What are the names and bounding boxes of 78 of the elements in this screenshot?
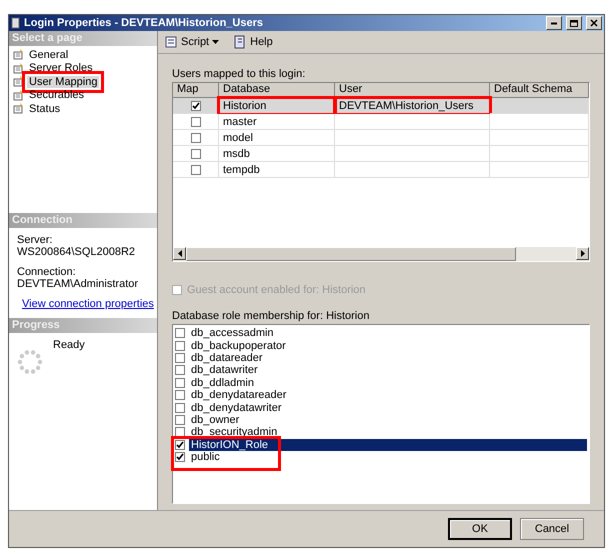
page-icon	[13, 49, 24, 60]
checkbox[interactable]	[175, 427, 185, 438]
column-header[interactable]: Map	[173, 83, 219, 98]
checkbox[interactable]	[190, 132, 200, 142]
checkbox[interactable]	[175, 328, 185, 338]
server-name: WS200864\SQL2008R2	[17, 246, 136, 258]
role-item[interactable]: db_datareader	[189, 352, 587, 364]
page-icon	[13, 62, 24, 74]
connection-label: Connection:	[17, 266, 77, 278]
role-item[interactable]: HistorION_Role	[189, 438, 587, 451]
section-header: Select a page	[9, 31, 157, 46]
close-icon	[590, 19, 598, 27]
server-label: Server:	[17, 234, 54, 246]
connection-properties-link[interactable]: View connection properties	[22, 298, 154, 310]
checkbox[interactable]	[175, 365, 185, 376]
grid-row[interactable]: model	[173, 130, 589, 146]
section-header: Progress	[9, 318, 157, 333]
checkbox[interactable]	[175, 414, 185, 425]
user-cell: DEVTEAM\Historion_Users	[335, 98, 490, 114]
checkbox[interactable]	[175, 352, 185, 363]
grid-row[interactable]: master	[173, 114, 589, 130]
role-item[interactable]: db_denydatareader	[189, 389, 587, 402]
checkbox[interactable]	[190, 100, 200, 110]
help-button[interactable]: Help	[231, 35, 275, 49]
minimize-icon	[551, 22, 557, 24]
checkbox[interactable]	[175, 378, 185, 388]
role-item[interactable]: db_accessadmin	[189, 327, 587, 340]
role-item[interactable]: db_backupoperator	[189, 340, 587, 352]
window-title: Login Properties - DEVTEAM\Historion_Users	[24, 17, 264, 29]
minimize-button[interactable]	[546, 16, 562, 30]
checkbox[interactable]	[175, 452, 185, 462]
role-item[interactable]: db_owner	[189, 414, 587, 426]
dialog-button[interactable]: OK	[448, 518, 512, 540]
maximize-button[interactable]	[566, 16, 582, 30]
page-icon	[13, 103, 24, 114]
spinner-icon	[17, 349, 43, 375]
sidebar-item[interactable]: Status	[27, 102, 62, 115]
script-button[interactable]: Script	[162, 35, 222, 49]
role-item[interactable]: public	[189, 451, 587, 464]
grid-row[interactable]: tempdb	[173, 162, 589, 178]
checkbox[interactable]	[175, 340, 185, 351]
checkbox[interactable]	[190, 148, 200, 158]
connection-name: DEVTEAM\Administrator	[17, 278, 140, 290]
checkbox[interactable]	[190, 116, 200, 126]
role-item[interactable]: db_denydatawriter	[189, 402, 587, 414]
page-icon	[13, 90, 24, 101]
sidebar-item[interactable]: User Mapping	[27, 76, 100, 88]
role-item[interactable]: db_securityadmin	[189, 426, 587, 438]
maximize-icon	[570, 20, 578, 26]
progress-status: Ready	[53, 339, 85, 353]
dialog-button[interactable]: Cancel	[520, 518, 584, 540]
grid-label: Users mapped to this login:	[172, 68, 306, 80]
right-arrow-icon	[580, 250, 584, 257]
role-item[interactable]: db_ddladmin	[189, 376, 587, 389]
checkbox[interactable]	[190, 164, 200, 174]
scroll-icon	[164, 35, 178, 49]
help-book-icon	[233, 35, 248, 49]
guest-label: Guest account enabled for: Historion	[187, 284, 366, 296]
horizontal-scrollbar[interactable]	[173, 247, 589, 261]
caret-icon	[212, 40, 220, 44]
grid-row[interactable]: msdb	[173, 146, 589, 162]
sidebar-item[interactable]: General	[27, 48, 70, 61]
section-header: Connection	[9, 213, 157, 228]
sidebar-item[interactable]: Server Roles	[27, 62, 95, 74]
left-arrow-icon	[178, 250, 182, 257]
column-header[interactable]: Default Schema	[490, 83, 589, 98]
checkbox[interactable]	[175, 440, 185, 450]
sidebar-item[interactable]: Securables	[27, 89, 86, 102]
database-cell: tempdb	[219, 162, 335, 178]
checkbox[interactable]	[175, 402, 185, 413]
window-icon	[11, 17, 20, 29]
database-cell: Historion	[219, 98, 335, 114]
checkbox[interactable]	[175, 390, 185, 400]
page-icon	[13, 76, 24, 88]
role-list-label: Database role membership for: Historion	[172, 310, 370, 322]
grid-row[interactable]: Historion DEVTEAM\Historion_Users	[173, 98, 589, 114]
role-item[interactable]: db_datawriter	[189, 364, 587, 376]
close-button[interactable]	[586, 16, 602, 30]
